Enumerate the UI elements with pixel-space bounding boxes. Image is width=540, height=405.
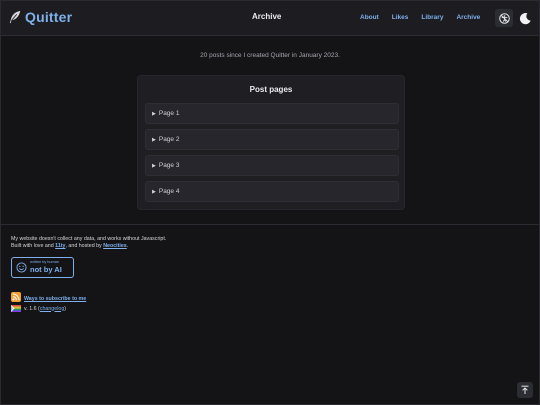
moon-icon [519, 12, 531, 24]
post-pages-card: Post pages ▶ Page 1 ▶ Page 2 ▶ Page 3 ▶ Page… [137, 75, 405, 210]
main-nav: About Likes Library Archive [360, 14, 480, 21]
built-mid: , and hosted by [65, 243, 104, 249]
disclosure-triangle-icon: ▶ [152, 137, 156, 143]
logo-text[interactable]: Quitter [25, 9, 72, 25]
theme-toggle-button[interactable] [516, 9, 534, 27]
page: Quitter Archive About Likes Library Arch… [0, 0, 540, 405]
footer-privacy-text: My website doesn't collect any data, and… [11, 236, 167, 242]
back-to-top-button[interactable] [517, 382, 533, 398]
badge-big-text: not by AI [30, 265, 62, 275]
version-suffix: ) [64, 305, 67, 312]
page-title: Archive [252, 12, 282, 21]
neocities-link[interactable]: Neocities [103, 243, 127, 249]
accessibility-icon [498, 12, 510, 24]
version-text: v. 1.6 ( [24, 305, 40, 312]
page-label: Page 1 [158, 110, 180, 117]
page-label: Page 4 [158, 188, 180, 195]
page-item-4[interactable]: ▶ Page 4 [145, 181, 399, 202]
arrow-up-to-line-icon [521, 385, 529, 394]
footer-divider [1, 224, 539, 225]
page-label: Page 2 [158, 136, 180, 143]
nav-about[interactable]: About [360, 14, 379, 21]
version-row: v. 1.6 (changelog) [11, 305, 66, 312]
page-label: Page 3 [158, 162, 180, 169]
accessibility-button[interactable] [495, 9, 513, 27]
subscribe-link[interactable]: Ways to subscribe to me [24, 296, 86, 302]
page-item-1[interactable]: ▶ Page 1 [145, 103, 399, 124]
nav-likes[interactable]: Likes [392, 14, 409, 21]
page-item-2[interactable]: ▶ Page 2 [145, 129, 399, 150]
smiley-icon [16, 262, 27, 273]
card-title: Post pages [249, 85, 293, 94]
built-prefix: Built with love and [11, 243, 56, 249]
nav-archive[interactable]: Archive [456, 14, 480, 21]
disclosure-triangle-icon: ▶ [152, 111, 156, 117]
header: Quitter Archive About Likes Library Arch… [1, 1, 539, 36]
nav-library[interactable]: Library [421, 14, 443, 21]
rss-icon [11, 292, 21, 302]
eleventy-link[interactable]: 11ty [55, 243, 65, 249]
subscribe-row: Ways to subscribe to me [11, 292, 86, 302]
site-logo[interactable]: Quitter [8, 9, 72, 25]
archive-intro: 20 posts since I created Quitter in Janu… [200, 52, 340, 59]
disclosure-triangle-icon: ▶ [152, 189, 156, 195]
footer-built-with: Built with love and 11ty, and hosted by … [11, 243, 128, 249]
disclosure-triangle-icon: ▶ [152, 163, 156, 169]
built-suffix: . [126, 243, 129, 249]
changelog-link[interactable]: changelog [40, 306, 64, 312]
feather-icon [9, 10, 21, 24]
pride-flag-icon [11, 305, 21, 312]
page-item-3[interactable]: ▶ Page 3 [145, 155, 399, 176]
not-by-ai-badge[interactable]: written by human not by AI [11, 257, 74, 278]
